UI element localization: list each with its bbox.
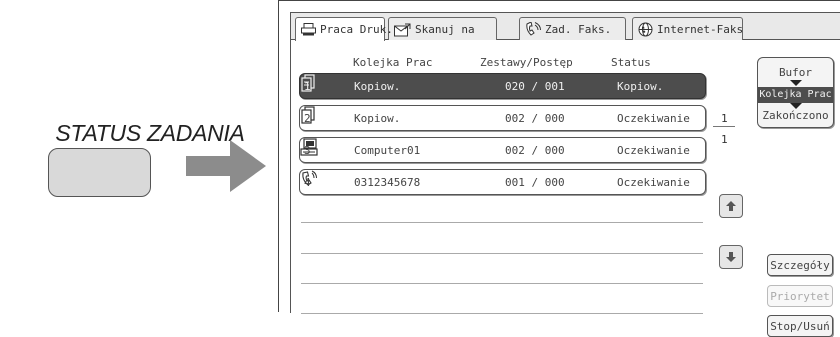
scroll-up-button[interactable] [719,194,743,218]
tab-fax-jobs[interactable]: Zad. Faks. [519,17,626,41]
mode-completed[interactable]: Zakończono [758,109,833,122]
arrow-down-icon [726,252,736,262]
column-header-job: Kolejka Prac [353,56,433,69]
job-status: Oczekiwanie [617,176,690,189]
column-header-status: Status [611,56,651,69]
job-name: Kopiow. [354,112,401,125]
job-row[interactable]: 2 Kopiow. 002 / 000 Oczekiwanie [299,105,706,131]
tab-print-jobs[interactable]: Praca Druk. [295,17,393,41]
job-progress: 001 / 000 [505,176,565,189]
job-name: Computer01 [354,144,421,157]
job-number: 4 [304,176,311,189]
tab-scan-to[interactable]: Skanuj na [388,17,497,41]
job-progress: 002 / 000 [505,144,565,157]
tab-label: Internet-Faks [657,23,744,36]
tab-internet-fax[interactable]: Internet-Faks [632,17,743,41]
job-progress: 020 / 001 [505,80,565,93]
arrow-up-icon [726,201,736,211]
fax-icon [526,22,541,36]
tab-label: Zad. Faks. [545,23,612,36]
job-status-screen: Praca Druk. Skanuj na Zad. Faks. Interne… [290,12,840,337]
job-list-area: Kolejka Prac Zestawy/Postęp Status 1 Kop… [291,40,840,337]
job-name: Kopiow. [354,80,401,93]
details-button[interactable]: Szczegóły [767,254,833,276]
job-status: Kopiow. [617,80,664,93]
empty-row-divider [301,253,703,254]
page-current: 1 [721,112,728,125]
job-mode-selector[interactable]: Bufor Kolejka Prac Zakończono [757,57,834,128]
job-number: 3 [304,144,311,157]
job-status: Oczekiwanie [617,112,690,125]
column-header-sets: Zestawy/Postęp [480,56,573,69]
tab-bar: Praca Druk. Skanuj na Zad. Faks. Interne… [291,13,840,41]
job-progress: 002 / 000 [505,112,565,125]
mode-job-queue[interactable]: Kolejka Prac [758,87,833,103]
tab-label: Skanuj na [415,23,475,36]
stop-delete-button[interactable]: Stop/Usuń [767,315,833,337]
scroll-down-button[interactable] [719,245,743,269]
triangle-down-icon [790,80,802,86]
empty-row-divider [301,313,703,314]
scan-icon [394,23,411,36]
job-name: 0312345678 [354,176,421,189]
priority-button[interactable]: Priorytet [767,285,833,307]
empty-row-divider [301,222,703,223]
job-row[interactable]: 1 Kopiow. 020 / 001 Kopiow. [299,73,706,99]
job-row[interactable]: 3 Computer01 002 / 000 Oczekiwanie [299,137,706,163]
job-number: 2 [304,112,311,125]
arrow-right-icon [186,140,266,192]
job-row[interactable]: 4 0312345678 001 / 000 Oczekiwanie [299,169,706,195]
page-divider [713,126,735,127]
job-status: Oczekiwanie [617,144,690,157]
empty-row-divider [301,283,703,284]
internet-fax-icon [638,22,653,37]
job-status-panel: Praca Druk. Skanuj na Zad. Faks. Interne… [278,0,840,337]
mode-spool[interactable]: Bufor [758,66,833,79]
job-number: 1 [304,80,311,93]
printer-icon [301,23,316,36]
status-zadania-key[interactable] [48,148,151,197]
tab-label: Praca Druk. [320,23,393,36]
page-total: 1 [721,133,728,146]
